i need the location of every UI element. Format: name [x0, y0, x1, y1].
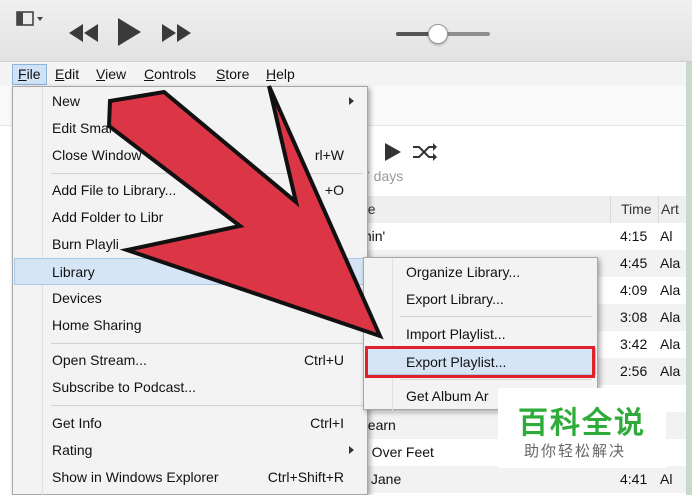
sidebar-toggle-icon[interactable]: [16, 10, 46, 28]
menu-item-label: Open Stream...: [52, 352, 147, 368]
track-time: 3:08: [620, 309, 648, 325]
menu-item-subscribe-podcast[interactable]: Subscribe to Podcast...: [14, 374, 366, 401]
window-edge: [686, 62, 692, 495]
playlist-duration: 7 days: [362, 168, 404, 184]
menu-item-label: Library: [52, 264, 95, 280]
menu-item-edit-smart-playlist[interactable]: Edit Smart: [14, 115, 366, 142]
track-artist: Al: [660, 471, 673, 487]
menu-item-label: Subscribe to Podcast...: [52, 379, 196, 395]
menu-view-mnemonic: V: [96, 66, 106, 82]
menu-item-label: New: [52, 93, 81, 109]
track-artist: Ala: [660, 255, 681, 271]
menu-item-label: Rating: [52, 442, 93, 458]
menu-item-home-sharing[interactable]: Home Sharing: [14, 312, 366, 339]
menu-item-label: Show in Windows Explorer: [52, 469, 219, 485]
menu-item-close-window[interactable]: Close Window rl+W: [14, 142, 366, 169]
menu-file-mnemonic: F: [18, 66, 27, 82]
menu-item-new[interactable]: New: [14, 88, 366, 115]
menu-item-label: Devices: [52, 290, 102, 306]
play-icon[interactable]: [116, 17, 142, 47]
track-time: 4:41: [620, 471, 648, 487]
menu-item-export-library[interactable]: Export Library...: [365, 286, 596, 313]
table-row[interactable]: min' 4:15 Al: [360, 223, 692, 250]
menu-bar: File Edit View Controls Store Help: [0, 62, 692, 86]
menu-file[interactable]: File: [12, 64, 47, 85]
menu-item-get-info[interactable]: Get Info Ctrl+I: [14, 410, 366, 437]
menu-store[interactable]: Store: [211, 64, 254, 85]
column-header-time[interactable]: Time: [610, 196, 658, 223]
menu-item-label: Home Sharing: [52, 317, 142, 333]
menu-item-label: Edit Smart: [52, 120, 118, 136]
menu-item-show-in-explorer[interactable]: Show in Windows Explorer Ctrl+Shift+R: [14, 464, 366, 491]
menu-edit[interactable]: Edit: [50, 64, 84, 85]
track-artist: Al: [660, 228, 673, 244]
menu-item-open-stream[interactable]: Open Stream... Ctrl+U: [14, 347, 366, 374]
track-time: 4:09: [620, 282, 648, 298]
menu-help[interactable]: Help: [261, 64, 300, 85]
menu-item-shortcut: Ctrl+I: [310, 415, 344, 431]
track-time: 2:56: [620, 363, 648, 379]
fast-forward-icon[interactable]: [160, 22, 194, 44]
itunes-window: File Edit View Controls Store Help 7 day…: [0, 0, 692, 495]
watermark-subtitle: 助你轻松解决: [524, 443, 627, 460]
watermark-title: 百科全说: [518, 407, 646, 440]
track-time: 4:15: [620, 228, 648, 244]
menu-item-label: Get Info: [52, 415, 102, 431]
menu-item-shortcut: +O: [324, 182, 344, 198]
menu-controls-mnemonic: C: [144, 66, 155, 82]
menu-controls[interactable]: Controls: [139, 64, 201, 85]
menu-item-add-folder[interactable]: Add Folder to Libr: [14, 204, 366, 231]
menu-item-add-file[interactable]: Add File to Library... +O: [14, 177, 366, 204]
track-artist: Ala: [660, 363, 681, 379]
menu-item-label: Export Library...: [406, 291, 504, 307]
menu-item-label: Add File to Library...: [52, 182, 177, 198]
watermark-logo: 百科全说 助你轻松解决: [498, 388, 666, 468]
menu-item-label: Organize Library...: [406, 264, 521, 280]
menu-item-shortcut: Ctrl+Shift+R: [267, 469, 344, 485]
menu-edit-mnemonic: E: [55, 66, 65, 82]
track-artist: Ala: [660, 336, 681, 352]
menu-item-shortcut: rl+W: [314, 147, 344, 163]
menu-item-shortcut: Ctrl+U: [303, 352, 344, 368]
menu-view[interactable]: View: [91, 64, 131, 85]
track-name: d Over Feet: [360, 444, 434, 460]
menu-separator: [400, 379, 592, 380]
playlist-header: 7 days: [360, 130, 692, 200]
playlist-play-icon[interactable]: [384, 142, 402, 162]
track-time: 4:45: [620, 255, 648, 271]
menu-item-label: Import Playlist...: [406, 326, 506, 342]
submenu-arrow-icon: [349, 294, 354, 302]
table-row[interactable]: y Jane 4:41 Al: [360, 466, 692, 493]
menu-separator: [400, 316, 592, 317]
rewind-icon[interactable]: [66, 22, 100, 44]
menu-item-label: Add Folder to Libr: [52, 209, 164, 225]
menu-store-mnemonic: S: [216, 66, 226, 82]
file-menu-dropdown: New Edit Smart Close Window rl+W Add File…: [12, 86, 368, 495]
menu-item-library[interactable]: Library: [14, 258, 366, 285]
menu-item-organize-library[interactable]: Organize Library...: [365, 259, 596, 286]
menu-separator: [51, 173, 363, 174]
menu-separator: [51, 343, 363, 344]
column-header-name[interactable]: ne: [360, 196, 610, 223]
menu-help-mnemonic: H: [266, 66, 277, 82]
submenu-arrow-icon: [349, 97, 354, 105]
menu-separator: [51, 405, 363, 406]
track-time: 3:42: [620, 336, 648, 352]
volume-slider-thumb[interactable]: [428, 24, 449, 44]
menu-item-import-playlist[interactable]: Import Playlist...: [365, 321, 596, 348]
submenu-arrow-icon: [349, 446, 354, 454]
menu-item-label: Get Album Ar: [406, 388, 489, 404]
track-artist: Ala: [660, 309, 681, 325]
export-playlist-highlight-box: [365, 346, 595, 378]
menu-item-devices[interactable]: Devices: [14, 285, 366, 312]
shuffle-icon[interactable]: [412, 142, 438, 162]
submenu-arrow-icon: [348, 268, 353, 276]
toolbar: [0, 0, 692, 62]
track-artist: Ala: [660, 282, 681, 298]
menu-item-rating[interactable]: Rating: [14, 437, 366, 464]
menu-item-label: Burn Playli: [52, 236, 119, 252]
menu-item-label: Close Window: [52, 147, 142, 163]
menu-item-burn-playlist[interactable]: Burn Playli: [14, 231, 366, 258]
